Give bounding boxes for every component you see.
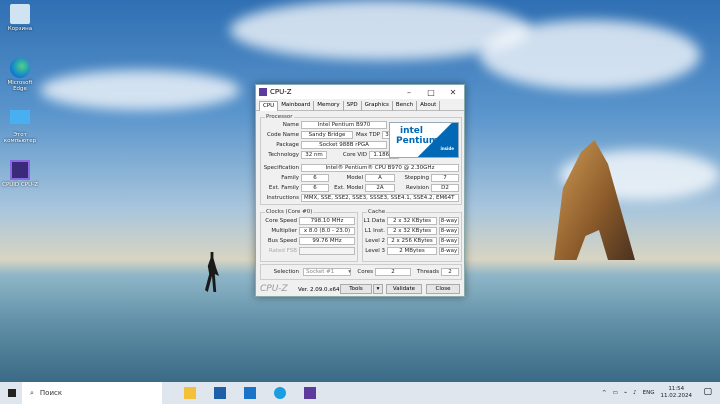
selection-row: Selection Socket #1 ▾ Cores 2 Threads 2 — [260, 264, 462, 280]
tools-button[interactable]: Tools — [340, 284, 372, 294]
tab-about[interactable]: About — [417, 101, 441, 111]
runner-silhouette — [205, 252, 219, 292]
close-button[interactable]: Close — [426, 284, 460, 294]
system-tray: ^ ▭ ⌁ ♪ ENG 11:54 11.02.2024 — [602, 386, 692, 400]
specification-value: Intel® Pentium® CPU B970 @ 2.30GHz — [301, 164, 459, 172]
desktop-icon-edge[interactable]: Microsoft Edge — [2, 58, 38, 92]
notifications-icon[interactable]: ▢ — [703, 387, 712, 397]
minimize-icon[interactable]: – — [398, 88, 420, 97]
start-icon[interactable] — [8, 389, 16, 397]
desktop-icon-cpuz[interactable]: CPUID CPU-Z — [2, 160, 38, 188]
cpuz-taskbar-icon[interactable] — [304, 387, 316, 399]
technology-value: 32 nm — [301, 151, 327, 159]
search-icon: ⌕ — [30, 388, 34, 397]
chevron-up-icon[interactable]: ^ — [602, 390, 607, 396]
recycle-bin-icon — [10, 4, 30, 24]
title-bar[interactable]: CPU-Z – □ ✕ — [256, 85, 464, 99]
cache-group: Cache L1 Data 2 x 32 KBytes 8-way L1 Inst.… — [362, 209, 462, 262]
network-icon[interactable]: ⌁ — [624, 390, 627, 396]
tab-mainboard[interactable]: Mainboard — [278, 101, 315, 111]
close-icon[interactable]: ✕ — [442, 88, 464, 97]
computer-icon — [10, 110, 30, 124]
volume-icon[interactable]: ♪ — [633, 390, 637, 396]
tab-graphics[interactable]: Graphics — [362, 101, 393, 111]
cpuz-brand: CPU-Z — [260, 284, 288, 294]
tab-spd[interactable]: SPD — [344, 101, 362, 111]
edge-icon — [10, 58, 30, 78]
cpuz-icon — [10, 160, 30, 180]
tools-dropdown-icon[interactable]: ▾ — [373, 284, 383, 294]
package-value: Socket 988B rPGA — [301, 141, 387, 149]
file-explorer-icon[interactable] — [184, 387, 196, 399]
chevron-down-icon[interactable]: ▾ — [343, 269, 351, 275]
cpuz-app-icon — [259, 88, 267, 96]
search-box[interactable]: ⌕ Поиск — [22, 382, 162, 404]
mail-icon[interactable] — [244, 387, 256, 399]
tab-memory[interactable]: Memory — [314, 101, 344, 111]
maximize-icon[interactable]: □ — [420, 88, 442, 97]
clocks-group: Clocks (Core #0) Core Speed 798.10 MHz M… — [260, 209, 358, 262]
desktop-icon-computer[interactable]: Этот компьютер — [2, 110, 38, 144]
cpuz-window: CPU-Z – □ ✕ CPU Mainboard Memory SPD Graph… — [255, 84, 465, 297]
processor-group: Processor Name Intel Pentium B970 Code N… — [260, 114, 462, 205]
clock[interactable]: 11:54 11.02.2024 — [661, 386, 693, 400]
tab-bench[interactable]: Bench — [393, 101, 418, 111]
edge-taskbar-icon[interactable] — [274, 387, 286, 399]
codename-value: Sandy Bridge — [301, 131, 353, 139]
intel-pentium-logo: intel Pentium inside — [389, 122, 459, 158]
window-title: CPU-Z — [270, 88, 292, 96]
tab-cpu[interactable]: CPU — [259, 101, 279, 111]
validate-button[interactable]: Validate — [386, 284, 422, 294]
store-icon[interactable] — [214, 387, 226, 399]
taskbar: ⌕ Поиск ^ ▭ ⌁ ♪ ENG 11:54 11.02.2024 ▢ — [0, 382, 720, 404]
tab-bar: CPU Mainboard Memory SPD Graphics Bench … — [256, 99, 464, 111]
desktop-icon-recycle-bin[interactable]: Корзина — [2, 4, 38, 32]
language-indicator[interactable]: ENG — [643, 390, 655, 396]
name-value: Intel Pentium B970 — [301, 121, 387, 129]
battery-icon[interactable]: ▭ — [613, 390, 618, 396]
instructions-value: MMX, SSE, SSE2, SSE3, SSSE3, SSE4.1, SSE… — [301, 194, 459, 202]
version-label: Ver. 2.09.0.x64 — [298, 287, 340, 293]
